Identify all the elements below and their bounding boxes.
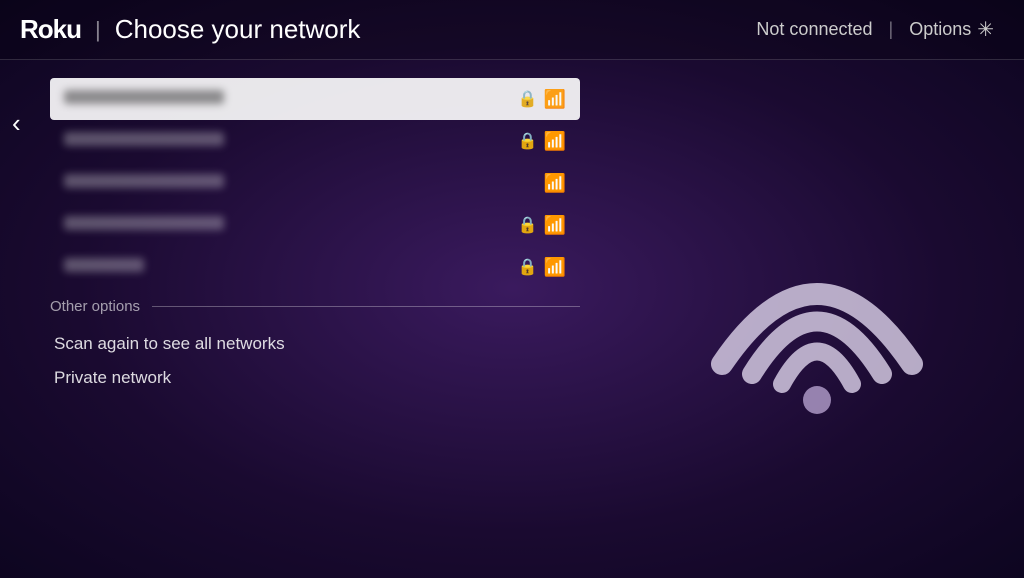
wifi-signal-svg — [702, 204, 932, 414]
network-name-blurred — [64, 174, 224, 188]
network-icons: 📶 — [544, 173, 566, 194]
network-icons: 🔒 📶 — [518, 131, 566, 152]
options-label: Options — [909, 19, 971, 40]
network-item[interactable]: 🔒 📶 — [50, 120, 580, 162]
wifi-graphic — [702, 204, 922, 404]
network-name-blurred — [64, 90, 224, 104]
network-item[interactable]: 🔒 📶 — [50, 78, 580, 120]
header: Roku | Choose your network Not connected… — [0, 0, 1024, 60]
main-content: ‹ 🔒 📶 🔒 📶 — [0, 60, 1024, 578]
right-panel — [620, 78, 1004, 560]
options-button[interactable]: Options ✳ — [909, 17, 994, 42]
back-button[interactable]: ‹ — [12, 108, 21, 139]
network-name-blurred — [64, 216, 224, 230]
left-panel: ‹ 🔒 📶 🔒 📶 — [20, 78, 580, 560]
wifi-icon: 📶 — [544, 215, 566, 236]
header-left: Roku | Choose your network — [20, 14, 360, 45]
network-icons: 🔒 📶 — [518, 89, 566, 110]
other-options-label: Other options — [50, 298, 140, 315]
page-title: Choose your network — [115, 14, 361, 45]
wifi-icon: 📶 — [544, 131, 566, 152]
private-network-option[interactable]: Private network — [50, 361, 580, 395]
network-icons: 🔒 📶 — [518, 257, 566, 278]
header-right-divider: | — [889, 19, 894, 40]
connection-status: Not connected — [756, 19, 872, 40]
other-options-section: Other options Scan again to see all netw… — [50, 298, 580, 395]
network-item[interactable]: 🔒 📶 — [50, 246, 580, 288]
wifi-icon: 📶 — [544, 173, 566, 194]
network-item[interactable]: 🔒 📶 — [50, 204, 580, 246]
lock-icon: 🔒 — [518, 89, 538, 109]
wifi-dot — [803, 386, 831, 414]
wifi-icon: 📶 — [544, 257, 566, 278]
header-divider: | — [95, 17, 101, 43]
other-options-line — [152, 306, 580, 307]
options-icon: ✳ — [977, 17, 994, 42]
network-list: 🔒 📶 🔒 📶 📶 — [50, 78, 580, 288]
roku-logo: Roku — [20, 14, 81, 45]
wifi-icon: 📶 — [544, 89, 566, 110]
other-options-header: Other options — [50, 298, 580, 315]
scan-again-option[interactable]: Scan again to see all networks — [50, 327, 580, 361]
lock-icon: 🔒 — [518, 257, 538, 277]
lock-icon: 🔒 — [518, 215, 538, 235]
network-name-blurred — [64, 132, 224, 146]
header-right: Not connected | Options ✳ — [756, 17, 994, 42]
network-name-blurred — [64, 258, 144, 272]
network-icons: 🔒 📶 — [518, 215, 566, 236]
lock-icon: 🔒 — [518, 131, 538, 151]
network-item[interactable]: 📶 — [50, 162, 580, 204]
